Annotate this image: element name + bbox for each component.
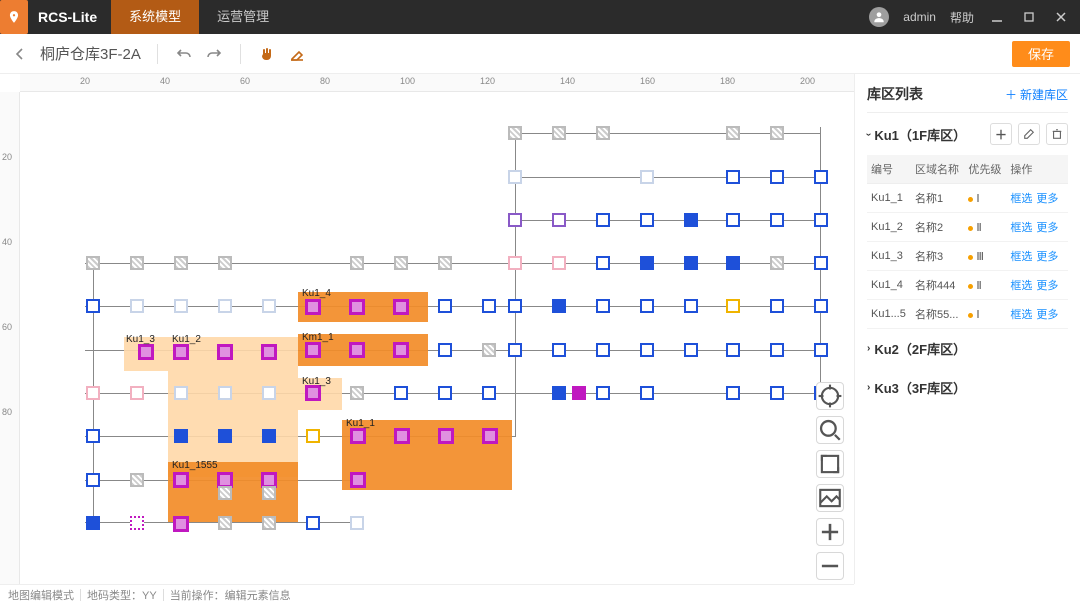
edit-zone-button[interactable]	[1018, 123, 1040, 145]
zoom-in-icon[interactable]	[816, 518, 844, 546]
accordion-ku2[interactable]: › Ku2（2F库区）	[867, 329, 1068, 368]
status-current-op: 当前操作：编辑元素信息	[170, 587, 291, 603]
back-icon[interactable]	[10, 44, 30, 64]
ruler-vertical: 20406080	[0, 92, 20, 584]
status-map-type: 地码类型：YY	[87, 587, 157, 603]
zone-label: Ku1_3	[302, 376, 331, 387]
zone-label: Ku1_1	[346, 418, 375, 429]
minimize-button[interactable]	[988, 8, 1006, 26]
zone-label: Km1_1	[302, 332, 334, 343]
chevron-right-icon: ›	[867, 382, 870, 393]
undo-icon[interactable]	[174, 44, 194, 64]
canvas-area[interactable]: 20406080100120140160180200 20406080 /* d…	[0, 74, 854, 584]
tab-ops-management[interactable]: 运营管理	[199, 0, 287, 34]
more-link[interactable]: 更多	[1036, 280, 1058, 292]
table-row[interactable]: Ku1_2名称2Ⅱ框选更多	[867, 213, 1068, 242]
brand-name: RCS-Lite	[32, 9, 111, 25]
target-tool-icon[interactable]	[816, 382, 844, 410]
toolbar: 桐庐仓库3F-2A 保存	[0, 34, 1080, 74]
side-panel: 库区列表 ＋ 新建库区 › Ku1（1F库区） ＋ 编号 区域名称 优先级 操作	[854, 74, 1080, 584]
username-label: admin	[903, 10, 936, 24]
select-link[interactable]: 框选	[1010, 251, 1032, 263]
more-link[interactable]: 更多	[1036, 222, 1058, 234]
select-link[interactable]: 框选	[1010, 280, 1032, 292]
table-row[interactable]: Ku1_1名称1Ⅰ框选更多	[867, 184, 1068, 213]
tab-system-model[interactable]: 系统模型	[111, 0, 199, 34]
accordion-ku3[interactable]: › Ku3（3F库区）	[867, 368, 1068, 407]
chevron-right-icon: ›	[867, 343, 870, 354]
side-title: 库区列表	[867, 84, 923, 104]
status-bar: 地图编辑模式 地码类型：YY 当前操作：编辑元素信息	[0, 584, 854, 604]
table-row[interactable]: Ku1...5名称55...Ⅰ框选更多	[867, 300, 1068, 329]
add-zone-button[interactable]: ＋	[990, 123, 1012, 145]
select-link[interactable]: 框选	[1010, 222, 1032, 234]
close-button[interactable]	[1052, 8, 1070, 26]
more-link[interactable]: 更多	[1036, 309, 1058, 321]
search-tool-icon[interactable]	[816, 416, 844, 444]
zone-label: Ku1_2	[172, 334, 201, 345]
app-header: RCS-Lite 系统模型 运营管理 admin 帮助	[0, 0, 1080, 34]
table-row[interactable]: Ku1_3名称3Ⅲ框选更多	[867, 242, 1068, 271]
maximize-button[interactable]	[1020, 8, 1038, 26]
image-tool-icon[interactable]	[816, 484, 844, 512]
zone-table: 编号 区域名称 优先级 操作 Ku1_1名称1Ⅰ框选更多Ku1_2名称2Ⅱ框选更…	[867, 155, 1068, 329]
accordion-ku1[interactable]: › Ku1（1F库区） ＋	[867, 113, 1068, 155]
hand-tool-icon[interactable]	[257, 44, 277, 64]
new-zone-button[interactable]: ＋ 新建库区	[1005, 86, 1068, 103]
select-link[interactable]: 框选	[1010, 193, 1032, 205]
zone-ku1-1555[interactable]	[168, 462, 298, 522]
save-button[interactable]: 保存	[1012, 41, 1070, 67]
fit-tool-icon[interactable]	[816, 450, 844, 478]
zone-label: Ku1_3	[126, 334, 155, 345]
ruler-horizontal: 20406080100120140160180200	[20, 74, 854, 92]
avatar-icon[interactable]	[869, 7, 889, 27]
more-link[interactable]: 更多	[1036, 251, 1058, 263]
select-link[interactable]: 框选	[1010, 309, 1032, 321]
map-canvas[interactable]: /* decorative */ Ku1_3 Ku1_2 Ku1_4	[20, 92, 854, 584]
canvas-tool-panel	[816, 382, 844, 580]
table-row[interactable]: Ku1_4名称444Ⅱ框选更多	[867, 271, 1068, 300]
zone-label: Ku1_1555	[172, 460, 218, 471]
status-mode: 地图编辑模式	[8, 587, 74, 603]
zone-label: Ku1_4	[302, 288, 331, 299]
document-name: 桐庐仓库3F-2A	[40, 43, 141, 64]
redo-icon[interactable]	[204, 44, 224, 64]
delete-zone-button[interactable]	[1046, 123, 1068, 145]
more-link[interactable]: 更多	[1036, 193, 1058, 205]
eraser-icon[interactable]	[287, 44, 307, 64]
zoom-out-icon[interactable]	[816, 552, 844, 580]
logo-icon	[0, 0, 28, 34]
help-link[interactable]: 帮助	[950, 9, 974, 26]
chevron-down-icon: ›	[863, 132, 874, 135]
